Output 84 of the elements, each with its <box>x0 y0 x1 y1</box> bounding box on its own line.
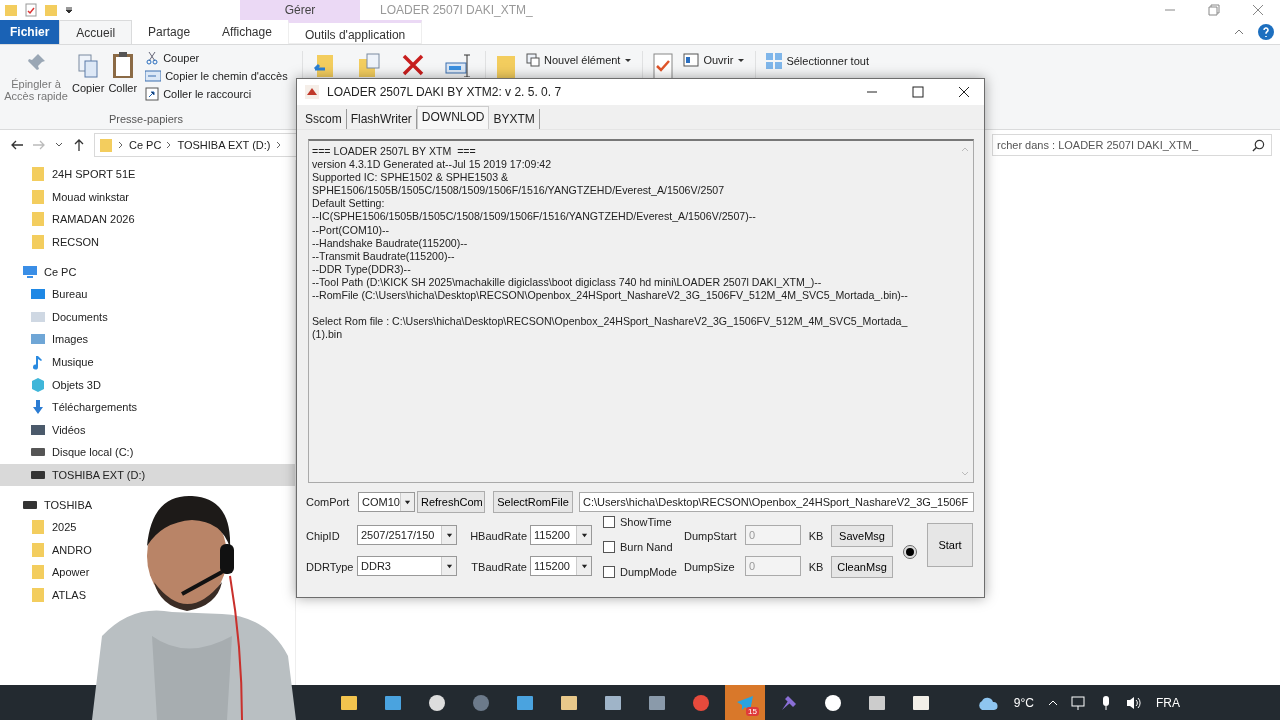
sidebar-item[interactable]: TOSHIBA EXT (D:) <box>0 463 295 487</box>
com-port-dropdown[interactable]: COM10 <box>358 492 415 512</box>
field-label: ComPort <box>306 496 351 508</box>
temperature[interactable]: 9°C <box>1013 695 1034 710</box>
ribbon-button[interactable]: Copier le chemin d'accès <box>145 70 288 82</box>
checkbox-label[interactable]: DumpMode <box>620 566 677 578</box>
log-line: --Port(COM10)-- <box>312 223 391 237</box>
window-title: LOADER 2507I DAKI_XTM_ <box>380 3 533 17</box>
log-line: --Handshake Baudrate(115200)-- <box>312 236 469 250</box>
ribbon-tab[interactable]: Accueil <box>59 20 133 44</box>
field-label: DumpSize <box>684 560 736 575</box>
select-all-button[interactable]: Sélectionner tout <box>766 51 869 69</box>
sidebar-item[interactable]: TOSHIBA <box>0 493 295 516</box>
checkbox-label[interactable]: Burn Nand <box>620 541 673 553</box>
refresh-com-button[interactable]: RefreshCom <box>417 491 485 513</box>
ribbon-tab[interactable]: Partage <box>132 20 207 44</box>
log-line: --Transmit Baudrate(115200)-- <box>312 249 456 263</box>
baud-rate-dropdown[interactable]: 115200 <box>530 556 592 576</box>
sidebar-item[interactable]: Vidéos <box>0 418 295 442</box>
breadcrumb[interactable]: TOSHIBA EXT (D:) <box>177 139 271 151</box>
sidebar-item[interactable]: Images <box>0 328 295 351</box>
clean-msg-button[interactable]: CleanMsg <box>831 556 893 578</box>
field-label: HBaudRate <box>469 529 528 544</box>
sidebar-item[interactable]: Apower <box>0 561 295 584</box>
ribbon-button[interactable]: Coller le raccourci <box>145 87 288 101</box>
notification-badge: 15 <box>746 707 759 716</box>
log-line: Select Rom file : C:\Users\hicha\Desktop\RECSON\Openbox_24HSport_NashareV2_3G_1506FV_512M_4M_SVC5_Mortada_ <box>312 315 909 329</box>
sidebar-item[interactable]: RECSON <box>0 230 295 254</box>
unit-label: KB <box>807 560 825 575</box>
sidebar-item[interactable]: Documents <box>0 305 295 329</box>
log-line: --Tool Path (D:\KICK SH 2025\machakille digiclass\boot digiclass 740 hd mini\LOADER 2507l DAKI_XTM_)-- <box>312 275 823 290</box>
ribbon-tab[interactable]: Fichier <box>0 20 60 44</box>
taskbar-button[interactable]: 15 <box>725 685 765 720</box>
sidebar-item[interactable]: Disque local (C:) <box>0 441 295 464</box>
log-line: --RomFile (C:\Users\hicha\Desktop\RECSON\Openbox_24HSport_NashareV2_3G_1506FV_512M_4M_SVC5_Mortada_.bin)-- <box>312 289 909 303</box>
sidebar-item[interactable]: 24H SPORT 51E <box>0 163 295 186</box>
unit-label: KB <box>807 529 825 544</box>
sidebar-item[interactable]: Musique <box>0 350 295 374</box>
window-title: LOADER 2507L DAKI BY XTM2: v 2. 5. 0. 7 <box>327 85 562 99</box>
log-line: Supported IC: SPHE1502 & SPHE1503 & <box>312 171 510 185</box>
group-label: Presse-papiers <box>109 113 183 127</box>
checkbox-label[interactable]: ShowTime <box>620 516 672 528</box>
sidebar-item[interactable]: Ce PC <box>0 260 295 283</box>
rom-path-field[interactable]: C:\Users\hicha\Desktop\RECSON\Openbox_24HSport_NashareV2_3G_1506F <box>579 492 974 512</box>
tab[interactable]: Sscom <box>301 109 347 129</box>
field-label: DumpStart <box>684 529 738 544</box>
log-line: (1).bin <box>312 328 344 342</box>
tab[interactable]: DOWNLOD <box>416 106 490 129</box>
ribbon-button[interactable]: Copier <box>72 51 105 102</box>
field-label: TBaudRate <box>470 560 528 575</box>
baud-rate-dropdown[interactable]: 115200 <box>530 525 592 545</box>
field-label: ChipID <box>306 529 341 544</box>
language-indicator[interactable]: FRA <box>1156 695 1180 710</box>
tab[interactable]: BYXTM <box>489 109 540 129</box>
log-line: --DDR Type(DDR3)-- <box>312 262 412 276</box>
breadcrumb[interactable]: Ce PC <box>129 139 162 151</box>
context-tab-header: Gérer <box>240 0 360 20</box>
log-line: version 4.3.1D Generated at--Jul 15 2019 17:09:42 <box>312 158 553 172</box>
tab[interactable]: FlashWriter <box>346 109 417 129</box>
ribbon-tab[interactable]: Affichage <box>206 20 288 44</box>
ddr-type-dropdown[interactable]: DDR3 <box>357 556 457 576</box>
search-field[interactable]: rcher dans : LOADER 2507I DAKI_XTM_ <box>992 134 1272 156</box>
log-line: SPHE1506/1505B/1505C/1508/1509/1506F/1516/YANGTZEHD/Everest_A/1506V/2507 <box>312 184 726 198</box>
save-msg-button[interactable]: SaveMsg <box>831 525 893 547</box>
new-item-button[interactable]: Nouvel élément <box>526 51 633 67</box>
sidebar-item[interactable]: ATLAS <box>0 583 295 607</box>
log-line: === LOADER 2507L BY XTM === <box>312 145 477 159</box>
start-button[interactable]: Start <box>927 523 973 567</box>
open-button[interactable]: Ouvrir <box>683 51 746 67</box>
sidebar-item[interactable]: Téléchargements <box>0 395 295 419</box>
sidebar-item[interactable]: Bureau <box>0 282 295 306</box>
sidebar-item[interactable]: Mouad winkstar <box>0 185 295 209</box>
ribbon-button[interactable]: Coller <box>108 51 138 102</box>
field-label: DDRType <box>306 560 355 575</box>
select-rom-file-button[interactable]: SelectRomFile <box>493 491 573 513</box>
chip-id-dropdown[interactable]: 2507/2517/150 <box>357 525 457 545</box>
sidebar-item[interactable]: Objets 3D <box>0 373 295 396</box>
sidebar-item[interactable]: RAMADAN 2026 <box>0 208 295 231</box>
ribbon-tab[interactable]: Outils d'application <box>287 20 423 44</box>
sidebar-item[interactable]: ANDRO <box>0 538 295 562</box>
ribbon-button[interactable]: Couper <box>145 51 288 65</box>
log-line: --IC(SPHE1506/1505B/1505C/1508/1509/1506F/1516/YANGTZEHD/Everest_A/1506V/2507)-- <box>312 210 757 224</box>
sidebar-item[interactable]: 2025 <box>0 515 295 539</box>
log-line: Default Setting: <box>312 197 386 211</box>
